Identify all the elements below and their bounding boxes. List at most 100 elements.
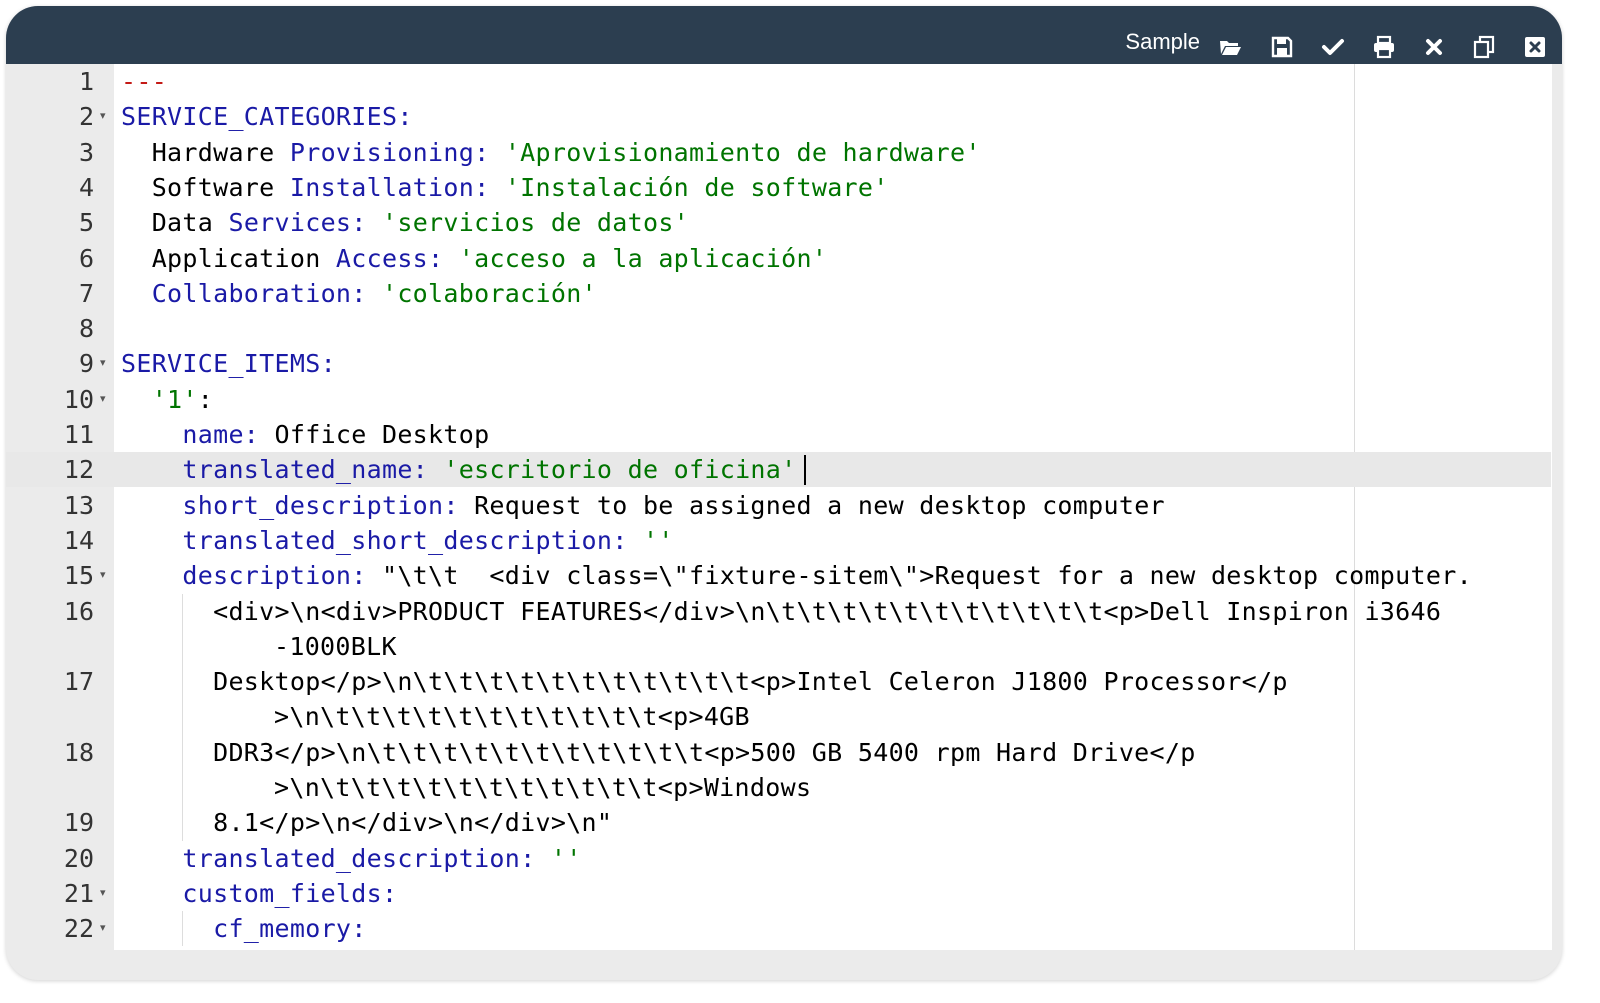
editor-window: Sample 1 --- 2 ▾ SERVICE_CATEGORIES: 3 Hardwa… xyxy=(6,6,1562,980)
copy-icon[interactable] xyxy=(1471,34,1497,60)
code-line[interactable]: custom_fields: xyxy=(121,876,397,911)
gutter-line: 19 xyxy=(6,805,114,840)
code-line[interactable]: 8.1</p>\n</div>\n</div>\n" xyxy=(121,805,612,840)
wrapped-code-line[interactable]: -1000BLK xyxy=(274,629,397,664)
gutter-line: 11 xyxy=(6,417,114,452)
code-token: -1000BLK xyxy=(274,631,397,661)
code-token: Desktop</p>\n\t\t\t\t\t\t\t\t\t\t\t<p>In… xyxy=(121,667,1288,697)
close-box-icon[interactable] xyxy=(1522,34,1548,60)
code-line[interactable]: translated_short_description: '' xyxy=(121,523,674,558)
code-token: Services: xyxy=(228,208,367,238)
code-token: short_description: xyxy=(182,490,459,520)
line-number: 12 xyxy=(63,455,94,485)
line-number: 14 xyxy=(63,525,94,555)
printer-icon[interactable] xyxy=(1371,34,1397,60)
wrapped-code-line[interactable]: >\n\t\t\t\t\t\t\t\t\t\t\t<p>Windows xyxy=(274,770,811,805)
fold-toggle-icon[interactable]: ▾ xyxy=(100,109,106,123)
code-line[interactable]: translated_name: 'escritorio de oficina' xyxy=(121,452,796,487)
code-token: >\n\t\t\t\t\t\t\t\t\t\t\t<p>4GB xyxy=(274,702,750,732)
code-token: Access: xyxy=(335,243,444,273)
line-number: 20 xyxy=(63,843,94,873)
gutter-line: 8 xyxy=(6,311,114,346)
code-token: 'Instalación de software' xyxy=(504,172,889,202)
checkmark-icon[interactable] xyxy=(1320,34,1346,60)
code-line[interactable]: short_description: Request to be assigne… xyxy=(121,488,1165,523)
gutter-line: 10 ▾ xyxy=(6,382,114,417)
gutter-line: 4 xyxy=(6,170,114,205)
code-line[interactable]: SERVICE_CATEGORIES: xyxy=(121,99,413,134)
gutter-line: 7 xyxy=(6,276,114,311)
code-line[interactable]: <div>\n<div>PRODUCT FEATURES</div>\n\t\t… xyxy=(121,594,1441,629)
code-token: SERVICE_ITEMS: xyxy=(121,349,336,379)
code-token: custom_fields: xyxy=(182,878,398,908)
fold-toggle-icon[interactable]: ▾ xyxy=(100,356,106,370)
code-line[interactable]: name: Office Desktop xyxy=(121,417,489,452)
floppy-disk-icon[interactable] xyxy=(1269,34,1295,60)
indent-guide xyxy=(182,911,183,947)
gutter-line: 13 xyxy=(6,488,114,523)
gutter-line: 1 xyxy=(6,64,114,99)
line-number: 1 xyxy=(78,67,94,96)
gutter-line: 16 xyxy=(6,594,114,629)
fold-toggle-icon[interactable]: ▾ xyxy=(100,886,106,900)
line-number: 4 xyxy=(78,172,94,202)
gutter-line: 9 ▾ xyxy=(6,346,114,381)
gutter-line: 2 ▾ xyxy=(6,99,114,134)
folder-open-icon[interactable] xyxy=(1217,34,1243,60)
fold-toggle-icon[interactable]: ▾ xyxy=(100,392,106,406)
code-line[interactable]: '1': xyxy=(121,382,213,417)
code-token: 'colaboración' xyxy=(381,278,597,308)
text-cursor xyxy=(804,455,806,486)
code-line[interactable]: Desktop</p>\n\t\t\t\t\t\t\t\t\t\t\t<p>In… xyxy=(121,664,1288,699)
code-token: translated_short_description: xyxy=(182,525,628,555)
fold-toggle-icon[interactable]: ▾ xyxy=(100,568,106,582)
line-number: 5 xyxy=(78,208,94,238)
line-number: 7 xyxy=(78,278,94,308)
code-line[interactable]: cf_memory: xyxy=(121,911,367,946)
code-token: name: xyxy=(182,420,260,449)
code-line[interactable]: description: "\t\t <div class=\"fixture-… xyxy=(121,558,1472,593)
line-number: 15 xyxy=(63,561,94,591)
code-line[interactable]: Hardware Provisioning: 'Aprovisionamient… xyxy=(121,135,981,170)
line-number: 19 xyxy=(63,808,94,838)
gutter-line: 17 xyxy=(6,664,114,699)
code-line[interactable]: Data Services: 'servicios de datos' xyxy=(121,205,689,240)
gutter-line: 6 xyxy=(6,241,114,276)
gutter-line: 14 xyxy=(6,523,114,558)
code-token: --- xyxy=(121,67,168,96)
line-number: 9 xyxy=(78,349,94,379)
code-line[interactable]: SERVICE_ITEMS: xyxy=(121,346,336,381)
gutter-line: 21 ▾ xyxy=(6,876,114,911)
code-line[interactable]: DDR3</p>\n\t\t\t\t\t\t\t\t\t\t\t<p>500 G… xyxy=(121,735,1196,770)
code-token: <div>\n<div>PRODUCT FEATURES</div>\n\t\t… xyxy=(121,596,1442,626)
code-token: >\n\t\t\t\t\t\t\t\t\t\t\t<p>Windows xyxy=(274,773,812,802)
code-token: "\t\t <div class=\"fixture-sitem\">Reque… xyxy=(366,561,1472,591)
code-line[interactable]: --- xyxy=(121,64,167,99)
code-line[interactable]: Software Installation: 'Instalación de s… xyxy=(121,170,889,205)
line-number: 10 xyxy=(63,384,94,414)
gutter-line: 18 xyxy=(6,735,114,770)
fold-toggle-icon[interactable]: ▾ xyxy=(100,921,106,935)
gutter-line: 20 xyxy=(6,841,114,876)
wrapped-code-line[interactable]: >\n\t\t\t\t\t\t\t\t\t\t\t<p>4GB xyxy=(274,699,750,734)
line-number: 17 xyxy=(63,667,94,697)
code-token: Request to be assigned a new desktop com… xyxy=(458,490,1165,520)
gutter-line: 3 xyxy=(6,135,114,170)
code-token: translated_description: xyxy=(182,843,536,873)
code-line[interactable]: translated_description: '' xyxy=(121,841,582,876)
code-line[interactable]: Application Access: 'acceso a la aplicac… xyxy=(121,241,827,276)
x-icon[interactable] xyxy=(1421,34,1447,60)
code-token: translated_name: xyxy=(182,455,429,485)
code-line[interactable]: Collaboration: 'colaboración' xyxy=(121,276,597,311)
code-token: : xyxy=(197,384,214,414)
line-number: 18 xyxy=(63,737,94,767)
